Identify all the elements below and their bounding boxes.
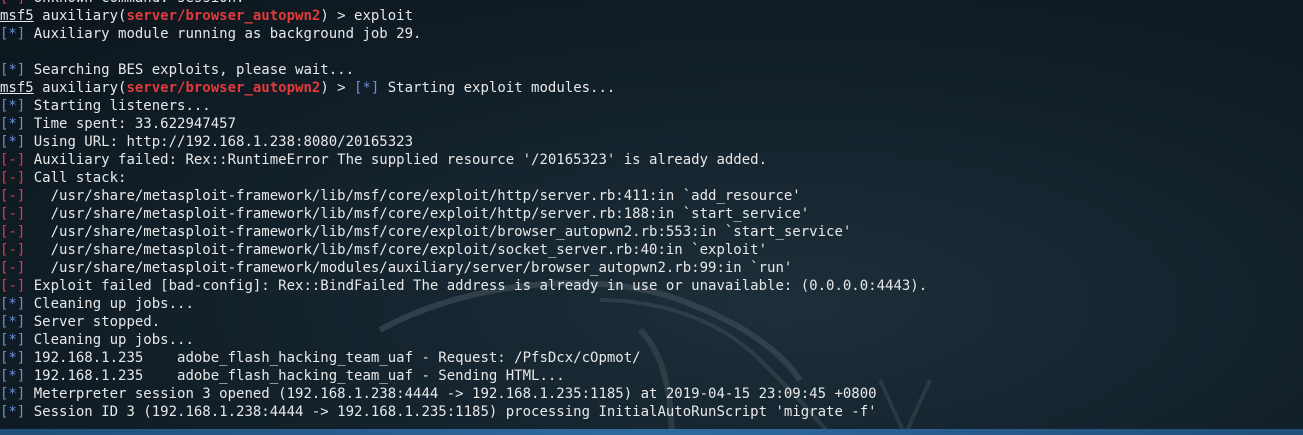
terminal-line: [-] /usr/share/metasploit-framework/lib/… bbox=[0, 223, 927, 241]
line-text: /usr/share/metasploit-framework/lib/msf/… bbox=[25, 206, 810, 222]
terminal-line: [*] Time spent: 33.622947457 bbox=[0, 115, 927, 133]
terminal-line: [*] Session ID 3 (192.168.1.238:4444 -> … bbox=[0, 403, 927, 421]
line-text: Starting exploit modules... bbox=[379, 80, 616, 96]
terminal-line: [-] Call stack: bbox=[0, 169, 927, 187]
line-text: Cleaning up jobs... bbox=[25, 296, 194, 312]
line-text: Exploit failed [bad-config]: Rex::BindFa… bbox=[25, 278, 928, 294]
terminal-line: [-] Auxiliary failed: Rex::RuntimeError … bbox=[0, 151, 927, 169]
prompt-context: auxiliary( bbox=[33, 80, 127, 96]
error-tag: [-] bbox=[0, 188, 26, 204]
error-tag: [-] bbox=[0, 0, 25, 6]
terminal-line: [-] /usr/share/metasploit-framework/modu… bbox=[0, 259, 927, 277]
terminal-line: [-] /usr/share/metasploit-framework/lib/… bbox=[0, 241, 927, 259]
prompt-command: ) > exploit bbox=[320, 8, 414, 24]
info-tag: [*] bbox=[0, 386, 26, 402]
terminal-line: [*] Cleaning up jobs... bbox=[0, 331, 927, 349]
info-tag: [*] bbox=[0, 368, 26, 384]
line-text: 192.168.1.235 adobe_flash_hacking_team_u… bbox=[25, 368, 565, 384]
terminal-line: [*] Server stopped. bbox=[0, 313, 927, 331]
module-name: server/browser_autopwn2 bbox=[126, 80, 321, 96]
terminal-line: [*] Starting listeners... bbox=[0, 97, 927, 115]
info-tag: [*] bbox=[0, 26, 26, 42]
error-tag: [-] bbox=[0, 278, 26, 294]
terminal-line: msf5 auxiliary(server/browser_autopwn2) … bbox=[0, 79, 927, 97]
line-text: /usr/share/metasploit-framework/modules/… bbox=[25, 260, 793, 276]
error-tag: [-] bbox=[0, 170, 26, 186]
terminal-line: [-] Exploit failed [bad-config]: Rex::Bi… bbox=[0, 277, 927, 295]
info-tag: [*] bbox=[0, 62, 26, 78]
line-text: Using URL: http://192.168.1.238:8080/201… bbox=[25, 134, 414, 150]
info-tag: [*] bbox=[0, 116, 26, 132]
terminal-line: [*] Auxiliary module running as backgrou… bbox=[0, 25, 927, 43]
line-text: Searching BES exploits, please wait... bbox=[25, 62, 355, 78]
error-tag: [-] bbox=[0, 224, 26, 240]
prompt-label: msf5 bbox=[0, 8, 34, 24]
prompt-command: ) > bbox=[320, 80, 355, 96]
line-text: Auxiliary module running as background j… bbox=[25, 26, 422, 42]
terminal-window[interactable]: [-] Unknown command: session.msf5 auxili… bbox=[0, 0, 1303, 435]
taskbar-edge bbox=[0, 429, 1303, 435]
terminal-line: [-] /usr/share/metasploit-framework/lib/… bbox=[0, 205, 927, 223]
terminal-line: [-] /usr/share/metasploit-framework/lib/… bbox=[0, 187, 927, 205]
terminal-line: [-] Unknown command: session. bbox=[0, 0, 927, 7]
line-text: Call stack: bbox=[25, 170, 127, 186]
line-text: Cleaning up jobs... bbox=[25, 332, 194, 348]
info-tag: [*] bbox=[0, 314, 26, 330]
line-text: Auxiliary failed: Rex::RuntimeError The … bbox=[25, 152, 768, 168]
module-name: server/browser_autopwn2 bbox=[126, 8, 321, 24]
terminal-line: [*] Using URL: http://192.168.1.238:8080… bbox=[0, 133, 927, 151]
prompt-label: msf5 bbox=[0, 80, 34, 96]
line-text: Time spent: 33.622947457 bbox=[25, 116, 237, 132]
terminal-line: [*] Searching BES exploits, please wait.… bbox=[0, 61, 927, 79]
terminal-line: [*] 192.168.1.235 adobe_flash_hacking_te… bbox=[0, 349, 927, 367]
line-text: Meterpreter session 3 opened (192.168.1.… bbox=[25, 386, 877, 402]
info-tag: [*] bbox=[0, 98, 26, 114]
prompt-context: auxiliary( bbox=[33, 8, 127, 24]
info-tag: [*] bbox=[0, 404, 26, 420]
line-text: /usr/share/metasploit-framework/lib/msf/… bbox=[25, 224, 852, 240]
terminal-line: [*] 192.168.1.235 adobe_flash_hacking_te… bbox=[0, 367, 927, 385]
terminal-line: [*] Cleaning up jobs... bbox=[0, 295, 927, 313]
terminal-line: msf5 auxiliary(server/browser_autopwn2) … bbox=[0, 7, 927, 25]
line-text: Session ID 3 (192.168.1.238:4444 -> 192.… bbox=[25, 404, 877, 420]
error-tag: [-] bbox=[0, 152, 26, 168]
line-text: 192.168.1.235 adobe_flash_hacking_team_u… bbox=[25, 350, 641, 366]
info-tag: [*] bbox=[0, 296, 26, 312]
info-tag: [*] bbox=[0, 350, 26, 366]
error-tag: [-] bbox=[0, 242, 26, 258]
info-tag: [*] bbox=[0, 134, 26, 150]
line-text: Server stopped. bbox=[25, 314, 161, 330]
error-tag: [-] bbox=[0, 260, 26, 276]
line-text: /usr/share/metasploit-framework/lib/msf/… bbox=[25, 242, 768, 258]
error-tag: [-] bbox=[0, 206, 26, 222]
line-text: Starting listeners... bbox=[25, 98, 211, 114]
terminal-line: [*] Meterpreter session 3 opened (192.16… bbox=[0, 385, 927, 403]
terminal-output: [-] Unknown command: session.msf5 auxili… bbox=[0, 0, 927, 421]
info-tag: [*] bbox=[354, 80, 380, 96]
info-tag: [*] bbox=[0, 332, 26, 348]
line-text: /usr/share/metasploit-framework/lib/msf/… bbox=[25, 188, 801, 204]
line-text: Unknown command: session. bbox=[25, 0, 245, 6]
